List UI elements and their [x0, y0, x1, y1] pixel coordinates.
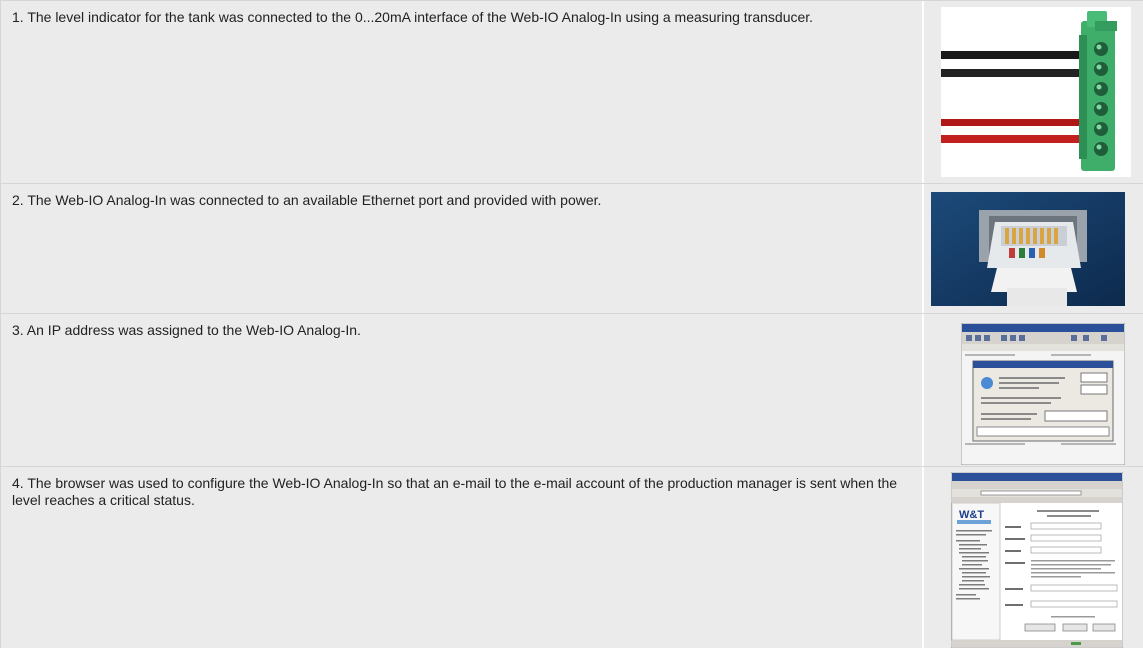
step-image-cell: W&T [923, 467, 1143, 648]
step-image-cell [923, 314, 1143, 466]
ethernet-plug-icon [931, 192, 1125, 306]
step-row: 2. The Web-IO Analog-In was connected to… [0, 184, 1143, 314]
step-description: 2. The Web-IO Analog-In was connected to… [0, 184, 923, 313]
ip-address-dialog-icon [961, 323, 1125, 465]
step-description: 3. An IP address was assigned to the Web… [0, 314, 923, 466]
step-row: 1. The level indicator for the tank was … [0, 1, 1143, 184]
browser-configuration-icon: W&T [951, 472, 1123, 648]
svg-text:W&T: W&T [959, 509, 984, 521]
step-description: 4. The browser was used to configure the… [0, 467, 923, 648]
step-image-cell [923, 184, 1143, 313]
steps-table: 1. The level indicator for the tank was … [0, 0, 1143, 648]
terminal-block-connector-icon [941, 7, 1131, 177]
step-image-cell [923, 1, 1143, 183]
step-description: 1. The level indicator for the tank was … [0, 1, 923, 183]
step-row: 4. The browser was used to configure the… [0, 467, 1143, 648]
step-row: 3. An IP address was assigned to the Web… [0, 314, 1143, 467]
